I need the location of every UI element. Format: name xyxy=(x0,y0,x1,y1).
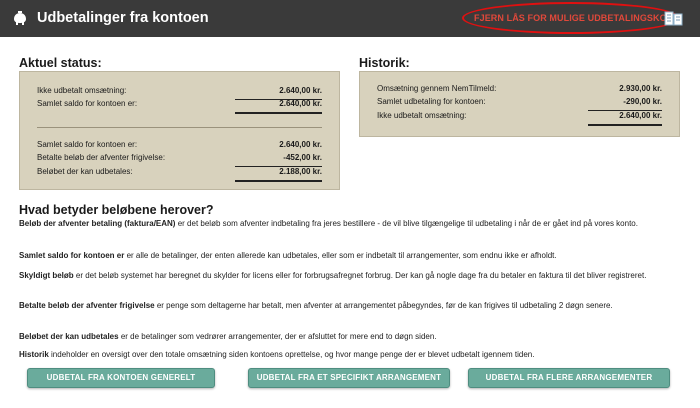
term: Historik xyxy=(19,350,49,359)
double-underline xyxy=(235,180,322,182)
piggy-bank-icon xyxy=(14,11,26,25)
term: Betalte beløb der afventer frigivelse xyxy=(19,301,155,310)
page-header: Udbetalinger fra kontoen FJERN LÅS FOR M… xyxy=(0,0,700,37)
row-value: 2.930,00 kr. xyxy=(619,84,662,93)
row-value: -290,00 kr. xyxy=(623,97,662,106)
explanation-title: Hvad betyder beløbene herover? xyxy=(19,203,214,217)
explanation-paragraph: Skyldigt beløb er det beløb systemet har… xyxy=(19,270,687,282)
status-title: Aktuel status: xyxy=(19,56,102,70)
description: er alle de betalinger, der enten allered… xyxy=(124,251,557,260)
row-label: Betalte beløb der afventer frigivelse: xyxy=(37,153,166,162)
status-row: Beløbet der kan udbetales: 2.188,00 kr. xyxy=(37,166,322,179)
payout-general-button[interactable]: UDBETAL FRA KONTOEN GENERELT xyxy=(27,368,215,388)
explanation-paragraph: Historik indeholder en oversigt over den… xyxy=(19,349,687,361)
row-label: Samlet saldo for kontoen er: xyxy=(37,140,138,149)
row-label: Ikke udbetalt omsætning: xyxy=(377,111,467,120)
term: Beløb der afventer betaling (faktura/EAN… xyxy=(19,219,176,228)
row-label: Samlet saldo for kontoen er: xyxy=(37,99,138,108)
row-value: 2.640,00 kr. xyxy=(279,86,322,95)
description: er penge som deltagerne har betalt, men … xyxy=(154,301,613,310)
unlock-payout-accounts-link[interactable]: FJERN LÅS FOR MULIGE UDBETALINGSKONTI xyxy=(474,13,682,23)
row-value: -452,00 kr. xyxy=(283,153,322,162)
payout-specific-event-button[interactable]: UDBETAL FRA ET SPECIFIKT ARRANGEMENT xyxy=(248,368,450,388)
status-row: Betalte beløb der afventer frigivelse: -… xyxy=(37,152,322,165)
status-panel: Ikke udbetalt omsætning: 2.640,00 kr. Sa… xyxy=(19,71,340,190)
double-underline xyxy=(588,124,662,126)
status-row: Samlet saldo for kontoen er: 2.640,00 kr… xyxy=(37,98,322,111)
status-row: Samlet saldo for kontoen er: 2.640,00 kr… xyxy=(37,139,322,152)
payout-multiple-events-button[interactable]: UDBETAL FRA FLERE ARRANGEMENTER xyxy=(468,368,670,388)
explanation-paragraph: Betalte beløb der afventer frigivelse er… xyxy=(19,300,687,312)
description: indeholder en oversigt over den totale o… xyxy=(48,350,535,359)
history-title: Historik: xyxy=(359,56,410,70)
history-panel: Omsætning gennem NemTilmeld: 2.930,00 kr… xyxy=(359,71,680,137)
history-row: Samlet udbetaling for kontoen: -290,00 k… xyxy=(377,96,662,109)
description: er de betalinger som vedrører arrangemen… xyxy=(118,332,437,341)
term: Beløbet der kan udbetales xyxy=(19,332,119,341)
report-icon[interactable] xyxy=(664,11,684,27)
history-row: Ikke udbetalt omsætning: 2.640,00 kr. xyxy=(377,110,662,123)
row-value: 2.640,00 kr. xyxy=(279,140,322,149)
page-title: Udbetalinger fra kontoen xyxy=(37,10,209,26)
double-underline xyxy=(235,112,322,114)
row-label: Samlet udbetaling for kontoen: xyxy=(377,97,486,106)
explanation-paragraph: Beløb der afventer betaling (faktura/EAN… xyxy=(19,218,687,230)
explanation-paragraph: Samlet saldo for kontoen er er alle de b… xyxy=(19,250,687,262)
history-row: Omsætning gennem NemTilmeld: 2.930,00 kr… xyxy=(377,83,662,96)
term: Skyldigt beløb xyxy=(19,271,74,280)
row-label: Omsætning gennem NemTilmeld: xyxy=(377,84,497,93)
term: Samlet saldo for kontoen er xyxy=(19,251,125,260)
description: er det beløb som afventer indbetaling fr… xyxy=(175,219,638,228)
row-label: Beløbet der kan udbetales: xyxy=(37,167,133,176)
row-label: Ikke udbetalt omsætning: xyxy=(37,86,127,95)
explanation-paragraph: Beløbet der kan udbetales er de betaling… xyxy=(19,331,687,343)
description: er det beløb systemet har beregnet du sk… xyxy=(73,271,647,280)
status-row: Ikke udbetalt omsætning: 2.640,00 kr. xyxy=(37,85,322,98)
row-value: 2.640,00 kr. xyxy=(619,111,662,120)
divider xyxy=(37,127,322,128)
row-value: 2.640,00 kr. xyxy=(279,99,322,108)
row-value: 2.188,00 kr. xyxy=(279,167,322,176)
